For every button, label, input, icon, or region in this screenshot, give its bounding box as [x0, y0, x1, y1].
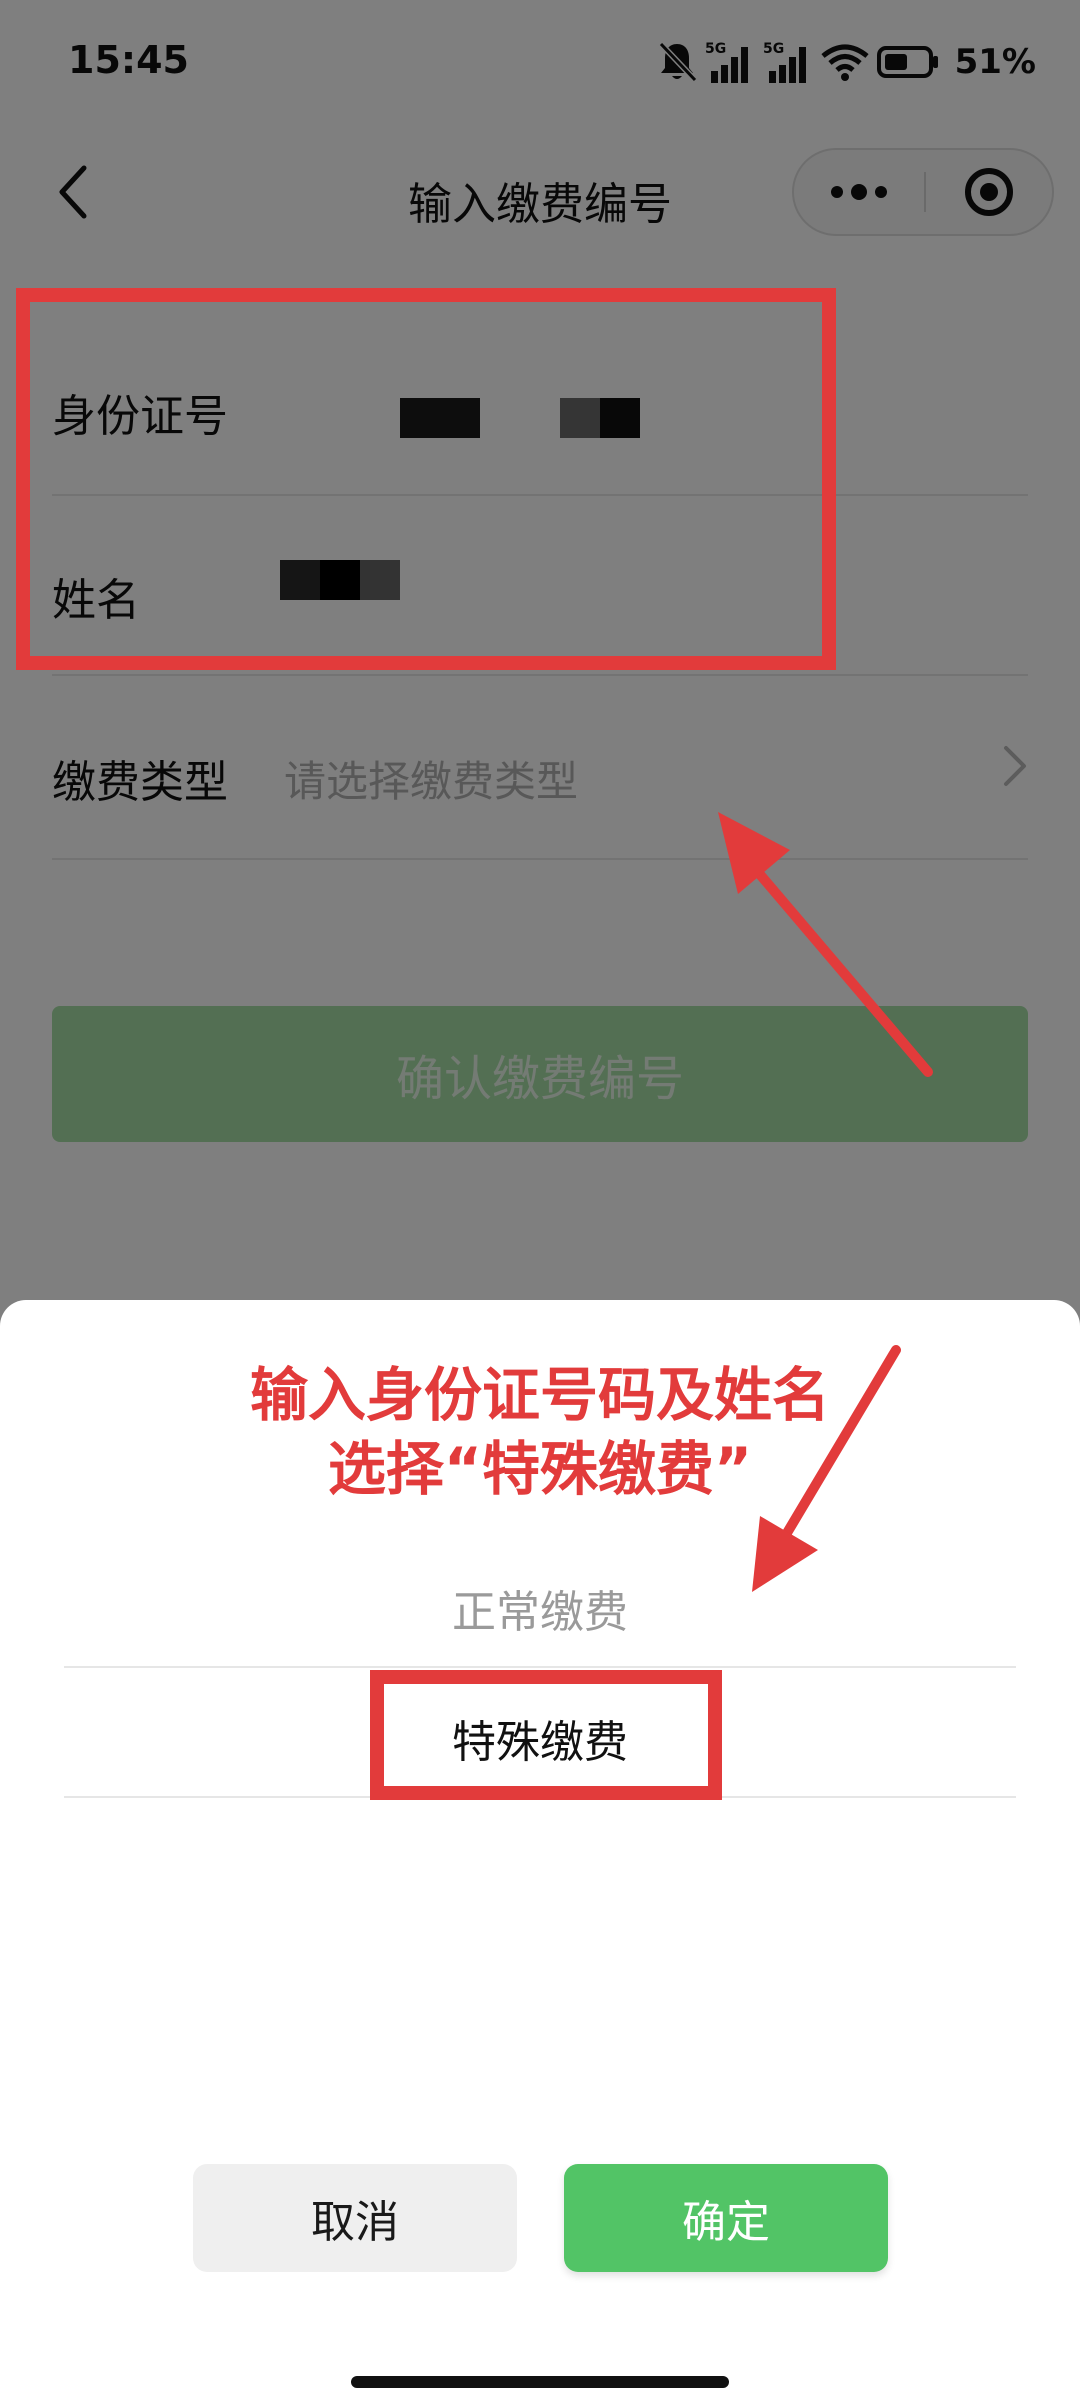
picker-selection-line [64, 1666, 1016, 1668]
annotation-text: 选择“特殊缴费” [327, 1435, 753, 1503]
id-name-highlight-box [16, 288, 836, 670]
picker-option-normal[interactable]: 正常缴费 [0, 1576, 1080, 1640]
home-indicator [351, 2376, 729, 2388]
special-option-highlight-box [370, 1670, 722, 1800]
cancel-button[interactable]: 取消 [193, 2164, 517, 2272]
ok-button[interactable]: 确定 [564, 2164, 888, 2272]
annotation-text: 输入身份证号码及姓名 [249, 1361, 830, 1429]
screen: 15:45 5G 5G [0, 0, 1080, 2403]
payment-type-picker-sheet: 输入身份证号码及姓名 选择“特殊缴费” 正常缴费 特殊缴费 取消 确定 [0, 1300, 1080, 2403]
